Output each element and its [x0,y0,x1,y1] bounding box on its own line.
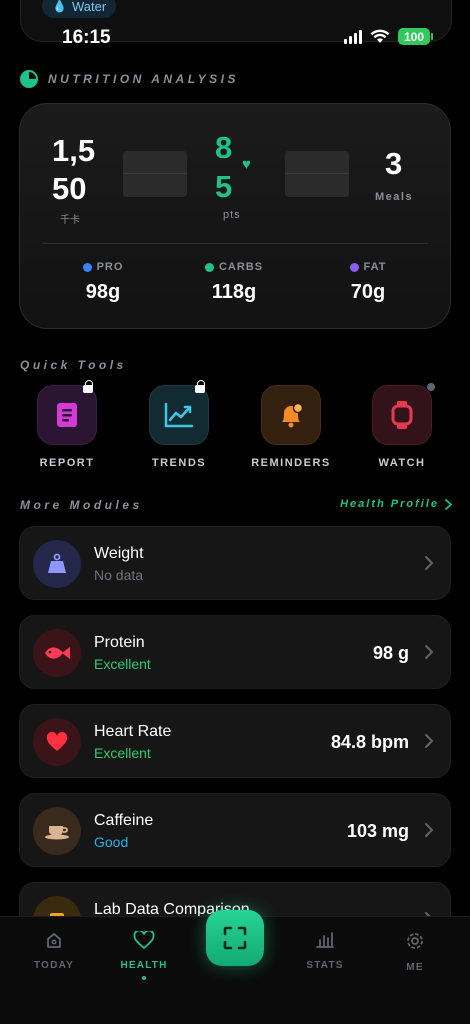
tool-report[interactable]: REPORT [22,380,112,469]
bar-chart-icon [316,932,334,948]
module-value: 98 g [372,643,409,663]
water-drop-icon: 💧 [52,0,67,13]
wifi-icon [370,29,390,43]
score-unit: pts [223,209,241,221]
macro-fat: FAT 70g [318,261,418,304]
health-profile-link[interactable]: Health Profile [340,498,452,510]
macro-label: PRO [96,261,124,273]
quick-tools-header: Quick Tools [20,358,127,372]
module-title: Protein [94,634,145,651]
more-modules-label: More Modules [20,498,143,512]
chevron-right-icon [425,556,434,570]
status-bar: 16:15 100 [0,24,470,54]
heart-icon: ♥ [242,156,251,173]
macro-label: FAT [363,261,387,273]
tool-label: TRENDS [151,457,207,469]
macro-value: 118g [211,281,257,303]
tool-label: WATCH [378,457,426,469]
coffee-cup-icon [45,826,69,840]
gear-icon [407,933,423,949]
chevron-right-icon [425,645,434,659]
notification-dot [427,383,435,391]
lock-icon [195,380,205,394]
trends-icon [164,402,194,428]
fish-icon [45,647,70,659]
macro-value: 70g [350,281,386,303]
scan-icon [223,926,247,950]
calories-unit: 千卡 [60,215,80,226]
tab-label: TODAY [34,960,74,971]
module-title: Heart Rate [94,723,172,740]
quick-tools-label: Quick Tools [20,358,127,372]
tool-label: REMINDERS [251,457,331,469]
watch-icon [391,401,413,429]
tab-label: HEALTH [120,960,168,971]
meals-unit: Meals [375,191,414,203]
report-icon [57,403,77,427]
module-title: Caffeine [94,812,154,829]
bell-icon [282,402,304,428]
tab-label: STATS [306,960,344,971]
module-title: Weight [94,545,144,562]
chevron-right-icon [425,734,434,748]
chevron-right-icon [425,823,434,837]
home-icon [47,933,61,948]
nutrition-header-label: NUTRITION ANALYSIS [48,72,239,86]
module-subtitle: Excellent [94,656,151,672]
tool-reminders[interactable]: REMINDERS [246,385,336,469]
fat-dot-icon [349,262,359,272]
macro-value: 98g [85,281,121,303]
tab-health[interactable]: HEALTH [104,929,184,980]
pie-chart-icon [20,70,38,88]
module-weight[interactable]: Weight No data [19,526,451,600]
more-modules-header: More Modules [20,498,143,512]
calories-value: 1,5 50 [52,133,96,206]
signal-icon [344,29,362,44]
water-chip[interactable]: 💧 Water [42,0,117,18]
macro-protein: PRO 98g [53,261,153,304]
macro-label: CARBS [218,261,264,273]
tab-label: ME [406,962,424,973]
module-caffeine[interactable]: Caffeine Good 103 mg [19,793,451,867]
water-chip-label: Water [71,0,107,14]
tool-trends[interactable]: TRENDS [134,380,224,469]
tab-stats[interactable]: STATS [285,931,365,971]
nutrition-analysis-card[interactable]: 1,5 50 千卡 8 5 ♥ pts 3 Meals PRO 98g CARB… [19,103,451,329]
tool-watch[interactable]: WATCH [357,385,447,469]
score-value: 8 5 [215,130,233,204]
tab-today[interactable]: TODAY [14,931,94,971]
heart-icon [46,732,68,751]
module-value: 84.8 bpm [330,732,409,752]
card-divider [42,243,428,244]
chevron-right-icon [445,498,452,510]
lock-icon [83,380,93,394]
module-subtitle: No data [94,567,144,583]
carbs-dot-icon [204,262,214,272]
protein-dot-icon [82,262,92,272]
scan-button[interactable] [206,910,264,966]
health-profile-label: Health Profile [340,498,439,510]
nutrition-header: NUTRITION ANALYSIS [20,70,239,88]
tab-me[interactable]: ME [375,931,455,973]
tool-label: REPORT [39,457,95,469]
active-indicator [142,976,146,980]
module-subtitle: Good [94,834,129,850]
module-value: 103 mg [346,821,409,841]
meals-value: 3 [385,146,403,181]
calories-sparkline [123,151,187,197]
battery-indicator: 100 [398,28,433,45]
module-subtitle: Excellent [94,745,151,761]
module-heart-rate[interactable]: Heart Rate Excellent 84.8 bpm [19,704,451,778]
status-icons: 100 [344,28,433,45]
status-time: 16:15 [62,27,111,48]
module-protein[interactable]: Protein Excellent 98 g [19,615,451,689]
heart-icon [133,929,155,950]
scale-icon [48,553,66,573]
score-sparkline [285,151,349,197]
macro-carbs: CARBS 118g [184,261,284,304]
